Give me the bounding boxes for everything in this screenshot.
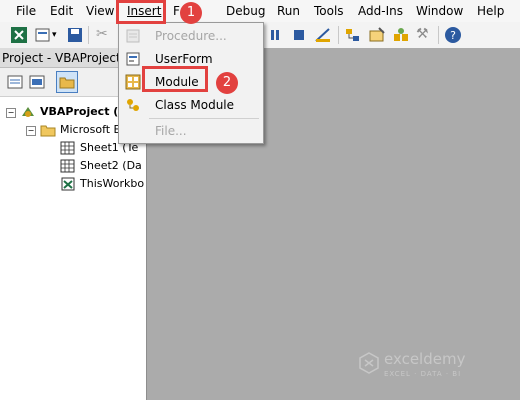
- folder-icon: [40, 125, 56, 137]
- menu-add-ins[interactable]: Add-Ins: [358, 4, 403, 18]
- reset-icon[interactable]: [290, 26, 308, 44]
- step-badge-2: 2: [216, 72, 238, 94]
- workbook-icon: [61, 177, 75, 191]
- menu-debug[interactable]: Debug: [226, 4, 265, 18]
- menu-run[interactable]: Run: [277, 4, 300, 18]
- cut-icon[interactable]: ✂: [96, 26, 114, 44]
- menu-tools[interactable]: Tools: [314, 4, 344, 18]
- menu-edit[interactable]: Edit: [50, 4, 73, 18]
- help-icon[interactable]: ?: [444, 26, 462, 44]
- tree-item-label: Sheet2 (Da: [80, 159, 142, 172]
- module-highlight-box: [142, 66, 208, 92]
- tree-item-label: VBAProject (P: [40, 105, 127, 118]
- menu-separator: [149, 118, 259, 119]
- menu-window[interactable]: Window: [416, 4, 463, 18]
- tree-item-label: ThisWorkbo: [80, 177, 145, 190]
- collapse-toggle-icon[interactable]: −: [6, 108, 16, 118]
- view-code-icon[interactable]: [6, 73, 24, 91]
- vbaproject-icon: [22, 107, 34, 117]
- design-mode-icon[interactable]: [314, 26, 332, 44]
- step-badge-1: 1: [180, 2, 202, 24]
- menu-help[interactable]: Help: [477, 4, 504, 18]
- insert-highlight-box: [116, 0, 166, 24]
- toolbox-icon[interactable]: ⚒: [416, 26, 434, 44]
- collapse-toggle-icon[interactable]: −: [26, 126, 36, 136]
- menu-bar: File Edit View Insert F Debug Run Tools …: [0, 0, 520, 22]
- menu-item-label: Procedure...: [155, 29, 227, 43]
- object-browser-icon[interactable]: [392, 26, 410, 44]
- project-explorer-icon[interactable]: [344, 26, 362, 44]
- properties-window-icon[interactable]: [368, 26, 386, 44]
- class-module-icon: [127, 99, 139, 111]
- insert-class-module-item[interactable]: Class Module: [119, 94, 263, 116]
- menu-item-label: UserForm: [155, 52, 213, 66]
- watermark-tagline: EXCEL · DATA · BI: [384, 370, 462, 378]
- insert-file-item[interactable]: File...: [119, 120, 263, 142]
- insert-procedure-item[interactable]: Procedure...: [119, 25, 263, 47]
- worksheet-icon: [60, 159, 75, 173]
- toggle-folders-icon[interactable]: [56, 71, 78, 93]
- menu-file[interactable]: File: [16, 4, 36, 18]
- watermark-name: exceldemy: [384, 350, 466, 368]
- menu-item-label: File...: [155, 124, 187, 138]
- break-icon[interactable]: [266, 26, 284, 44]
- tree-item-label: Microsoft Ex: [60, 123, 128, 136]
- menu-item-label: Class Module: [155, 98, 235, 112]
- menu-format[interactable]: F: [173, 4, 180, 18]
- menu-view[interactable]: View: [86, 4, 114, 18]
- svg-text:?: ?: [450, 29, 456, 42]
- worksheet-icon: [60, 141, 75, 155]
- procedure-icon: [126, 29, 140, 43]
- exceldemy-logo-icon: [359, 352, 379, 374]
- userform-icon: [126, 52, 140, 66]
- view-object-icon[interactable]: [28, 73, 46, 91]
- save-icon[interactable]: [66, 26, 84, 44]
- module-icon: [125, 74, 141, 90]
- excel-icon[interactable]: [10, 26, 28, 44]
- insert-userform-icon[interactable]: [34, 26, 52, 44]
